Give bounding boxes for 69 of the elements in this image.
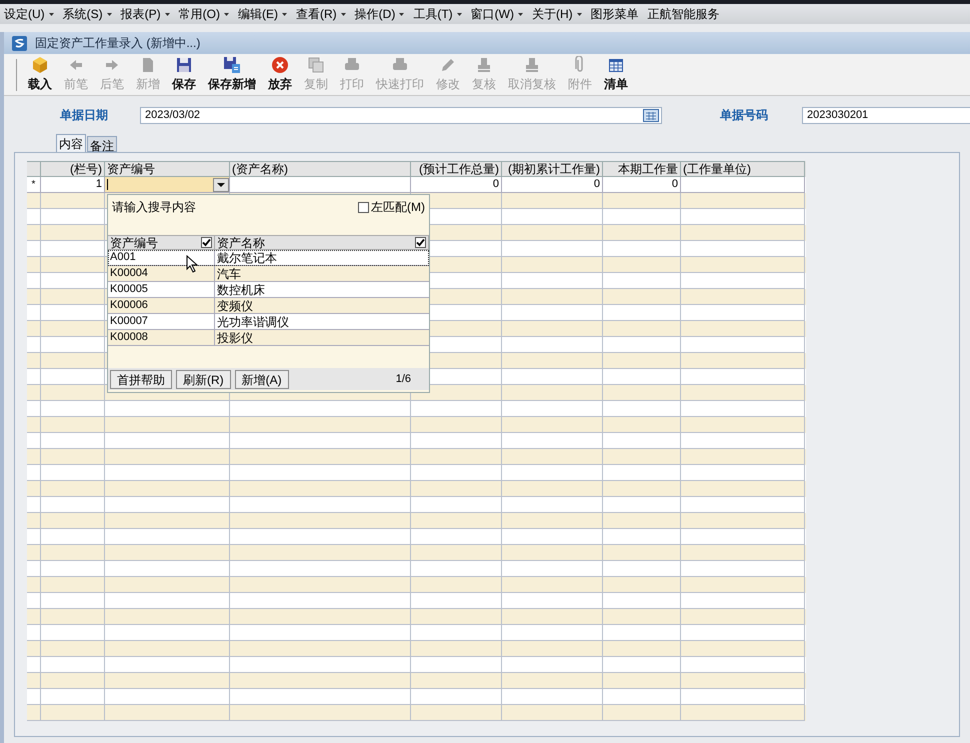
menu-item[interactable]: 系统(S)	[62, 5, 112, 23]
menu-item[interactable]: 图形菜单	[590, 5, 639, 23]
mouse-cursor-icon	[186, 255, 198, 273]
column-header: (期初累计工作量)	[502, 161, 603, 177]
lookup-row[interactable]: K00004 汽车	[108, 266, 429, 282]
menu-item[interactable]: 工具(T)	[413, 5, 462, 23]
field-label: 单据号码	[720, 107, 769, 124]
calendar-icon[interactable]	[643, 108, 659, 122]
column-header: 资产名称	[217, 234, 265, 252]
date-field[interactable]: 2023/03/02	[140, 106, 662, 124]
toolbar-button[interactable]: 清单	[599, 56, 633, 94]
column-header: (工作量单位)	[681, 161, 805, 177]
caret-icon	[48, 12, 54, 16]
lookup-row[interactable]: A001 戴尔笔记本	[108, 250, 429, 266]
menu-item[interactable]: 操作(D)	[354, 5, 404, 23]
menu-item[interactable]: 窗口(W)	[470, 5, 523, 23]
field-label: 单据日期	[60, 107, 109, 124]
caret-icon	[340, 12, 346, 16]
stamp-icon	[523, 56, 541, 74]
lookup-row[interactable]: K00007 光功率谐调仪	[108, 314, 429, 330]
menu-item[interactable]: 正航智能服务	[648, 5, 720, 23]
toolbar-button[interactable]: 保存	[167, 56, 201, 94]
menu-item[interactable]: 编辑(E)	[238, 5, 287, 23]
column-header: 资产编号	[105, 161, 230, 177]
column-header: 本期工作量	[603, 161, 681, 177]
menu-item[interactable]: 常用(O)	[178, 5, 229, 23]
window-title: 固定资产工作量录入 (新增中...)	[35, 35, 200, 52]
column-header: (资产名称)	[230, 161, 411, 177]
lookup-row[interactable]: K00006 变频仪	[108, 298, 429, 314]
toolbar-button[interactable]: 载入	[23, 56, 57, 94]
checkbox-label: 左匹配(M)	[371, 199, 425, 216]
checkbox[interactable]	[201, 237, 212, 248]
caret-icon	[164, 12, 170, 16]
caret-icon	[224, 12, 229, 16]
cancel-icon	[271, 56, 289, 74]
toolbar-button[interactable]: 保存新增	[203, 56, 261, 94]
tab[interactable]: 内容	[56, 134, 86, 152]
column-header: (预计工作总量)	[411, 161, 502, 177]
lookup-row[interactable]: K00008 投影仪	[108, 330, 429, 346]
lookup-button[interactable]: 新增(A)	[234, 370, 289, 388]
calendar-icon	[607, 56, 625, 74]
lookup-button[interactable]: 刷新(R)	[176, 370, 231, 388]
number-field[interactable]: 2023030201	[802, 106, 970, 124]
toolbar-button[interactable]: 放弃	[263, 56, 297, 94]
menu-item[interactable]: 报表(P)	[120, 5, 170, 23]
table-cell	[27, 705, 41, 721]
checkbox[interactable]	[415, 237, 426, 248]
page-counter: 1/6	[396, 372, 412, 387]
column-header: (栏号)	[41, 161, 105, 177]
menu-item[interactable]: 查看(R)	[296, 5, 346, 23]
app-logo-icon	[12, 36, 27, 50]
lookup-button[interactable]: 首拼帮助	[110, 370, 172, 388]
search-placeholder[interactable]: 请输入搜寻内容	[112, 198, 196, 216]
caret-icon	[399, 12, 404, 16]
column-header: 资产编号	[110, 234, 158, 252]
pencil-icon	[439, 56, 457, 74]
caret-icon	[576, 12, 582, 16]
box-icon	[31, 56, 49, 74]
checkbox[interactable]	[358, 202, 369, 212]
caret-icon	[518, 12, 523, 16]
stamp-icon	[475, 56, 493, 74]
menu-item[interactable]: 设定(U)	[4, 5, 54, 23]
tab[interactable]: 备注	[87, 136, 117, 152]
caret-icon	[106, 12, 112, 16]
caret-icon	[282, 12, 287, 16]
caret-icon	[456, 12, 462, 16]
menu-item[interactable]: 关于(H)	[532, 5, 582, 23]
lookup-row[interactable]: K00005 数控机床	[108, 282, 429, 298]
table-cell	[41, 705, 105, 721]
